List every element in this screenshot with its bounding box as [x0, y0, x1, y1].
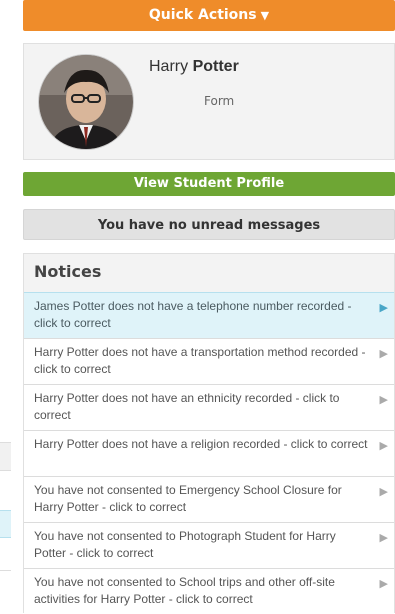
arrow-right-icon: ▶ [379, 440, 388, 452]
notice-item[interactable]: You have not consented to Emergency Scho… [24, 476, 394, 522]
student-name: Harry Potter [149, 58, 239, 76]
arrow-right-icon: ▶ [379, 532, 388, 544]
quick-actions-label: Quick Actions [148, 7, 257, 23]
messages-status-button[interactable]: You have no unread messages [23, 209, 395, 240]
arrow-right-icon: ▶ [379, 348, 388, 360]
arrow-right-icon: ▶ [379, 394, 388, 406]
quick-actions-button[interactable]: Quick Actions ▼ [23, 0, 395, 31]
notices-list: James Potter does not have a telephone n… [24, 292, 394, 614]
student-avatar [39, 55, 133, 149]
student-last-name: Potter [192, 58, 239, 75]
notice-text: Harry Potter does not have a transportat… [34, 345, 366, 376]
notice-item[interactable]: Harry Potter does not have an ethnicity … [24, 384, 394, 430]
notices-panel: Notices James Potter does not have a tel… [23, 253, 395, 614]
student-form: Form [204, 94, 235, 108]
notice-item[interactable]: You have not consented to School trips a… [24, 568, 394, 614]
arrow-right-icon: ▶ [379, 578, 388, 590]
notice-item[interactable]: Harry Potter does not have a religion re… [24, 430, 394, 476]
notice-text: Harry Potter does not have an ethnicity … [34, 391, 340, 422]
view-student-profile-button[interactable]: View Student Profile [23, 172, 395, 196]
notices-title: Notices [34, 262, 102, 281]
notice-item[interactable]: You have not consented to Photograph Stu… [24, 522, 394, 568]
notice-item[interactable]: Harry Potter does not have a transportat… [24, 338, 394, 384]
caret-down-icon: ▼ [260, 9, 270, 22]
background-list-divider [0, 570, 11, 571]
background-list-fragment [0, 0, 11, 611]
student-profile-card: Harry Potter Form [23, 43, 395, 160]
notice-item[interactable]: James Potter does not have a telephone n… [24, 292, 394, 338]
notice-text: James Potter does not have a telephone n… [34, 299, 352, 330]
student-first-name: Harry [149, 58, 189, 75]
background-list-row [0, 442, 11, 471]
notice-text: You have not consented to Photograph Stu… [34, 529, 336, 560]
arrow-right-icon: ▶ [379, 486, 388, 498]
notice-text: You have not consented to Emergency Scho… [34, 483, 342, 514]
background-list-row-selected [0, 510, 11, 538]
notice-text: You have not consented to School trips a… [34, 575, 335, 606]
arrow-right-icon: ▶ [379, 302, 388, 314]
notice-text: Harry Potter does not have a religion re… [34, 437, 368, 451]
